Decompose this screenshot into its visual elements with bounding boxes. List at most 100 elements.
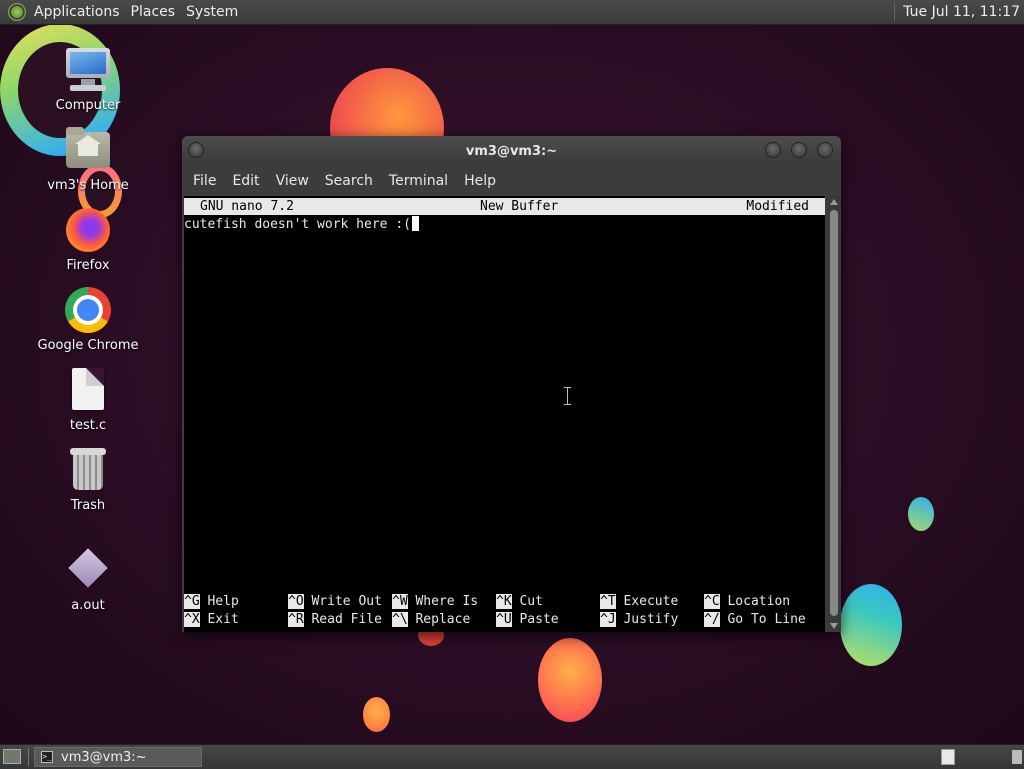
shortcut-location[interactable]: ^C Location — [704, 594, 790, 609]
buffer-line: cutefish doesn't work here :( — [184, 217, 411, 232]
wallpaper-bubble — [363, 697, 390, 732]
nano-buffer-content[interactable]: cutefish doesn't work here :( — [184, 216, 419, 232]
shortcut-key: ^U — [496, 612, 512, 627]
desktop-icon-label: a.out — [71, 598, 105, 613]
nano-modified-state: Modified — [746, 199, 809, 214]
text-file-icon — [64, 366, 112, 414]
terminal-menubar: File Edit View Search Terminal Help — [182, 166, 841, 196]
nano-version: GNU nano 7.2 — [200, 199, 294, 214]
shortcut-key: ^W — [392, 594, 408, 609]
scroll-down-arrow-icon[interactable] — [830, 623, 838, 629]
desktop-icon-label: vm3's Home — [47, 178, 129, 193]
shortcut-label: Go To Line — [727, 612, 806, 627]
shortcut-key: ^G — [184, 594, 200, 609]
shortcut-label: Write Out — [311, 594, 382, 609]
applications-menu[interactable]: Applications — [32, 4, 129, 20]
shortcut-label: Read File — [311, 612, 382, 627]
minimize-button[interactable] — [765, 142, 781, 158]
distro-logo-icon[interactable] — [8, 3, 26, 21]
desktop-icon-label: Trash — [70, 498, 106, 513]
shortcut-key: ^X — [184, 612, 200, 627]
shortcut-exit[interactable]: ^X Exit — [184, 612, 239, 627]
shortcut-go-to-line[interactable]: ^/ Go To Line — [704, 612, 806, 627]
shortcut-label: Cut — [519, 594, 543, 609]
scroll-up-arrow-icon[interactable] — [830, 199, 838, 205]
shortcut-key: ^R — [288, 612, 304, 627]
shortcut-key: ^J — [600, 612, 616, 627]
desktop-icon-a-out[interactable]: a.out — [33, 546, 143, 613]
close-button[interactable] — [817, 142, 833, 158]
show-desktop-icon[interactable] — [3, 749, 21, 764]
panel-separator — [28, 748, 29, 766]
menu-search[interactable]: Search — [317, 173, 381, 189]
window-title: vm3@vm3:~ — [465, 144, 558, 159]
scrollbar-thumb[interactable] — [830, 210, 838, 616]
nano-buffer-name: New Buffer — [480, 199, 559, 214]
menu-edit[interactable]: Edit — [224, 173, 267, 189]
shortcut-justify[interactable]: ^J Justify — [600, 612, 678, 627]
shortcut-write-out[interactable]: ^O Write Out — [288, 594, 382, 609]
desktop-icon-computer[interactable]: Computer — [33, 46, 143, 113]
desktop-icon-home[interactable]: vm3's Home — [33, 126, 143, 193]
executable-icon — [64, 546, 112, 594]
desktop-icon-test-c[interactable]: test.c — [33, 366, 143, 433]
nano-shortcuts-row: ^X Exit ^R Read File ^\ Replace ^U Paste… — [184, 612, 825, 630]
maximize-button[interactable] — [791, 142, 807, 158]
desktop-icon-firefox[interactable]: Firefox — [33, 206, 143, 273]
trash-icon — [64, 446, 112, 494]
firefox-icon — [64, 206, 112, 254]
chrome-icon — [64, 286, 112, 334]
menu-help[interactable]: Help — [456, 173, 504, 189]
shortcut-label: Help — [207, 594, 239, 609]
desktop-icon-label: Computer — [55, 98, 121, 113]
shortcut-label: Where Is — [415, 594, 479, 609]
trash-applet-icon[interactable] — [1012, 750, 1022, 764]
panel-separator — [894, 3, 896, 21]
terminal-scrollbar[interactable] — [827, 196, 841, 632]
menu-view[interactable]: View — [268, 173, 317, 189]
mouse-ibeam-cursor-icon — [563, 387, 572, 405]
desktop-icon-label: Firefox — [66, 258, 110, 273]
shortcut-where-is[interactable]: ^W Where Is — [392, 594, 478, 609]
clock[interactable]: Tue Jul 11, 11:17 — [903, 4, 1024, 20]
desktop-icon-label: Google Chrome — [37, 338, 139, 353]
shortcut-key: ^\ — [392, 612, 408, 627]
shortcut-key: ^O — [288, 594, 304, 609]
shortcut-read-file[interactable]: ^R Read File — [288, 612, 382, 627]
shortcut-key: ^T — [600, 594, 616, 609]
text-cursor — [411, 216, 419, 231]
menu-terminal[interactable]: Terminal — [381, 173, 456, 189]
window-titlebar[interactable]: vm3@vm3:~ — [182, 136, 841, 166]
taskbar-window-button[interactable]: >_ vm3@vm3:~ — [34, 747, 202, 767]
shortcut-help[interactable]: ^G Help — [184, 594, 239, 609]
places-menu[interactable]: Places — [129, 4, 185, 20]
terminal-window[interactable]: vm3@vm3:~ File Edit View Search Terminal… — [182, 136, 841, 632]
nano-shortcuts-row: ^G Help ^O Write Out ^W Where Is ^K Cut … — [184, 594, 825, 612]
shortcut-key: ^/ — [704, 612, 720, 627]
wallpaper-bubble — [840, 584, 902, 666]
wallpaper-bubble — [538, 638, 602, 722]
shortcut-key: ^C — [704, 594, 720, 609]
shortcut-execute[interactable]: ^T Execute — [600, 594, 678, 609]
wallpaper-bubble — [908, 497, 934, 531]
home-folder-icon — [64, 126, 112, 174]
shortcut-label: Exit — [207, 612, 239, 627]
menu-file[interactable]: File — [185, 173, 224, 189]
shortcut-label: Replace — [415, 612, 471, 627]
shortcut-label: Justify — [623, 612, 679, 627]
terminal-screen[interactable]: GNU nano 7.2 New Buffer Modified cutefis… — [184, 196, 825, 632]
shortcut-label: Execute — [623, 594, 679, 609]
shortcut-cut[interactable]: ^K Cut — [496, 594, 543, 609]
desktop-icon-label: test.c — [69, 418, 107, 433]
shortcut-key: ^K — [496, 594, 512, 609]
shortcut-replace[interactable]: ^\ Replace — [392, 612, 470, 627]
shortcut-label: Location — [727, 594, 791, 609]
desktop-icon-trash[interactable]: Trash — [33, 446, 143, 513]
shortcut-paste[interactable]: ^U Paste — [496, 612, 559, 627]
shortcut-label: Paste — [519, 612, 559, 627]
desktop-icon-chrome[interactable]: Google Chrome — [33, 286, 143, 353]
computer-icon — [64, 46, 112, 94]
workspace-switcher[interactable] — [941, 749, 955, 765]
system-menu[interactable]: System — [184, 4, 247, 20]
taskbar-window-title: vm3@vm3:~ — [61, 749, 147, 765]
